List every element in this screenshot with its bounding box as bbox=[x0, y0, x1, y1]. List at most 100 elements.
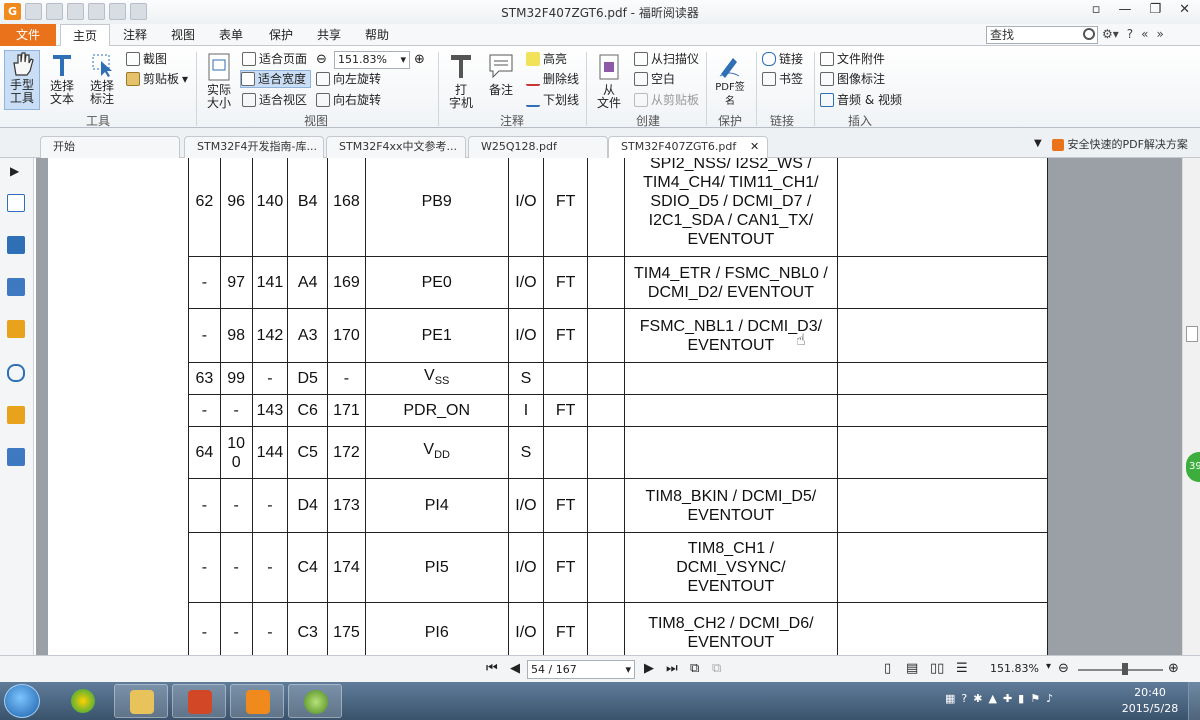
minimize-button[interactable]: — bbox=[1118, 2, 1131, 17]
attachment-icon[interactable] bbox=[7, 364, 25, 382]
scrollbar-thumb[interactable] bbox=[1186, 326, 1198, 342]
file-attachment-button[interactable]: 文件附件 bbox=[820, 50, 885, 68]
tab-share[interactable]: 共享 bbox=[312, 24, 346, 46]
taskbar-app[interactable] bbox=[288, 684, 342, 718]
volume-icon[interactable]: ♪ bbox=[1046, 692, 1053, 705]
last-page-button[interactable]: ⏭ bbox=[666, 661, 678, 676]
fit-page-button[interactable]: 适合页面 bbox=[242, 50, 307, 68]
actual-size-button[interactable]: 实际 大小 bbox=[202, 52, 236, 110]
show-desktop-button[interactable] bbox=[1188, 682, 1200, 720]
doc-tab-stm32f4-guide[interactable]: STM32F4开发指南-库... bbox=[184, 136, 324, 158]
doc-tab-stm32f407zgt6[interactable]: STM32F407ZGT6.pdf bbox=[608, 136, 768, 159]
page-number-field[interactable]: 54 / 167 ▾ bbox=[527, 660, 635, 679]
taskbar-powerpoint[interactable] bbox=[172, 684, 226, 718]
tab-comment[interactable]: 注释 bbox=[118, 24, 152, 46]
note-button[interactable]: 备注 bbox=[484, 52, 518, 97]
tray-expand-icon[interactable]: ▲ bbox=[988, 692, 996, 705]
facing-page-icon[interactable]: ▯▯ bbox=[930, 661, 944, 676]
rotate-right-button[interactable]: 向右旋转 bbox=[316, 91, 381, 109]
select-annotation-button[interactable]: 选择 标注 bbox=[84, 52, 120, 106]
fit-width-button[interactable]: 适合宽度 bbox=[240, 70, 312, 88]
taskbar-explorer[interactable] bbox=[114, 684, 168, 718]
from-scanner-button[interactable]: 从扫描仪 bbox=[634, 50, 699, 68]
tab-file[interactable]: 文件 bbox=[0, 24, 56, 46]
zoom-in-icon[interactable]: ⊕ bbox=[1168, 661, 1179, 676]
zoom-slider[interactable] bbox=[1078, 669, 1163, 671]
help-icon[interactable]: ? bbox=[1127, 27, 1133, 41]
zoom-dropdown-icon[interactable]: ▾ bbox=[1046, 661, 1051, 672]
tab-form[interactable]: 表单 bbox=[214, 24, 248, 46]
audio-video-button[interactable]: 音频 & 视频 bbox=[820, 91, 902, 109]
rotate-left-button[interactable]: 向左旋转 bbox=[316, 70, 381, 88]
strikeout-button[interactable]: 删除线 bbox=[526, 70, 579, 88]
security-icon[interactable]: ✚ bbox=[1003, 692, 1012, 705]
link-button[interactable]: 链接 bbox=[762, 50, 803, 68]
tab-protect[interactable]: 保护 bbox=[264, 24, 298, 46]
zoom-out-icon[interactable]: ⊖ bbox=[1058, 661, 1069, 676]
next-view-icon[interactable]: ⧉ bbox=[712, 661, 721, 676]
image-annotation-button[interactable]: 图像标注 bbox=[820, 70, 885, 88]
clock[interactable]: 20:40 2015/5/28 bbox=[1120, 685, 1180, 717]
screenshot-button[interactable]: 截图 bbox=[126, 50, 167, 68]
prev-view-icon[interactable]: ⧉ bbox=[690, 661, 699, 676]
first-page-button[interactable]: ⏮ bbox=[486, 661, 498, 676]
lock-icon[interactable] bbox=[7, 406, 25, 424]
bluetooth-icon[interactable]: ✱ bbox=[973, 692, 982, 705]
start-button[interactable] bbox=[4, 684, 40, 718]
help-icon[interactable]: ? bbox=[961, 692, 967, 705]
promo-link[interactable]: 安全快速的PDF解决方案 bbox=[1052, 136, 1188, 152]
zoom-select[interactable]: 151.83% ▾ bbox=[334, 51, 410, 69]
zoom-out-icon[interactable]: ⊖ bbox=[316, 52, 327, 67]
stack-icon[interactable] bbox=[7, 278, 25, 296]
network-icon[interactable]: ▮ bbox=[1018, 692, 1024, 705]
pages-icon[interactable] bbox=[7, 194, 25, 212]
tab-help[interactable]: 帮助 bbox=[360, 24, 394, 46]
close-tab-icon[interactable]: ✕ bbox=[750, 140, 759, 153]
tab-view[interactable]: 视图 bbox=[166, 24, 200, 46]
vertical-scrollbar[interactable] bbox=[1182, 158, 1200, 655]
taskbar-360-browser[interactable] bbox=[56, 684, 110, 718]
continuous-facing-icon[interactable]: ☰ bbox=[956, 661, 968, 676]
continuous-page-icon[interactable]: ▤ bbox=[906, 661, 918, 676]
select-text-button[interactable]: 选择 文本 bbox=[44, 52, 80, 106]
expand-panel-icon[interactable]: ▶ bbox=[10, 164, 19, 178]
typewriter-button[interactable]: 打 字机 bbox=[444, 52, 478, 110]
layers-icon[interactable] bbox=[7, 236, 25, 254]
tab-home[interactable]: 主页 bbox=[60, 24, 110, 47]
pdf-sign-button[interactable]: PDF签 名 bbox=[712, 52, 748, 108]
doc-tab-start[interactable]: 开始 bbox=[40, 136, 180, 158]
next-page-button[interactable]: ▶ bbox=[644, 661, 654, 676]
signature-icon[interactable] bbox=[7, 448, 25, 466]
single-page-icon[interactable]: ▯ bbox=[884, 661, 891, 676]
close-button[interactable]: ✕ bbox=[1179, 2, 1190, 17]
blank-button[interactable]: 空白 bbox=[634, 70, 675, 88]
hand-tool-button[interactable]: 手型 工具 bbox=[4, 50, 40, 110]
highlight-button[interactable]: 高亮 bbox=[526, 50, 567, 68]
from-file-button[interactable]: 从 文件 bbox=[592, 52, 626, 110]
typewriter-icon bbox=[451, 55, 471, 78]
from-clipboard-button[interactable]: 从剪贴板 bbox=[634, 91, 699, 109]
display-icon[interactable]: ▦ bbox=[945, 692, 955, 705]
document-viewport[interactable]: 62 96 140 B4 168 PB9 I/O FT SPI2_NSS/ I2S2_WS / … bbox=[36, 158, 1182, 655]
taskbar-foxit-reader[interactable] bbox=[230, 684, 284, 718]
bookmark-button[interactable]: 书签 bbox=[762, 70, 803, 88]
zoom-in-icon[interactable]: ⊕ bbox=[414, 52, 425, 67]
doc-tab-stm32f4xx-reference[interactable]: STM32F4xx中文参考... bbox=[326, 136, 466, 158]
underline-button[interactable]: 下划线 bbox=[526, 91, 579, 109]
table-cell: 143 bbox=[251, 394, 289, 427]
comments-icon[interactable] bbox=[7, 320, 25, 338]
restore-button[interactable]: ❐ bbox=[1149, 2, 1161, 17]
search-input[interactable]: 查找 bbox=[986, 26, 1098, 44]
flag-icon[interactable]: ⚑ bbox=[1030, 692, 1040, 705]
gear-icon[interactable]: ⚙▾ bbox=[1102, 27, 1119, 41]
doc-tab-w25q128[interactable]: W25Q128.pdf bbox=[468, 136, 608, 158]
clipboard-button[interactable]: 剪贴板 ▾ bbox=[126, 70, 188, 88]
search-icon[interactable] bbox=[1083, 28, 1095, 40]
zoom-slider-thumb[interactable] bbox=[1122, 663, 1128, 675]
nav-right-icon[interactable]: » bbox=[1157, 27, 1164, 41]
tab-list-dropdown-icon[interactable]: ▼ bbox=[1034, 138, 1042, 149]
prev-page-button[interactable]: ◀ bbox=[510, 661, 520, 676]
nav-left-icon[interactable]: « bbox=[1141, 27, 1148, 41]
fit-visible-button[interactable]: 适合视区 bbox=[242, 91, 307, 109]
ribbon-toggle-icon[interactable]: ▫ bbox=[1092, 2, 1101, 17]
